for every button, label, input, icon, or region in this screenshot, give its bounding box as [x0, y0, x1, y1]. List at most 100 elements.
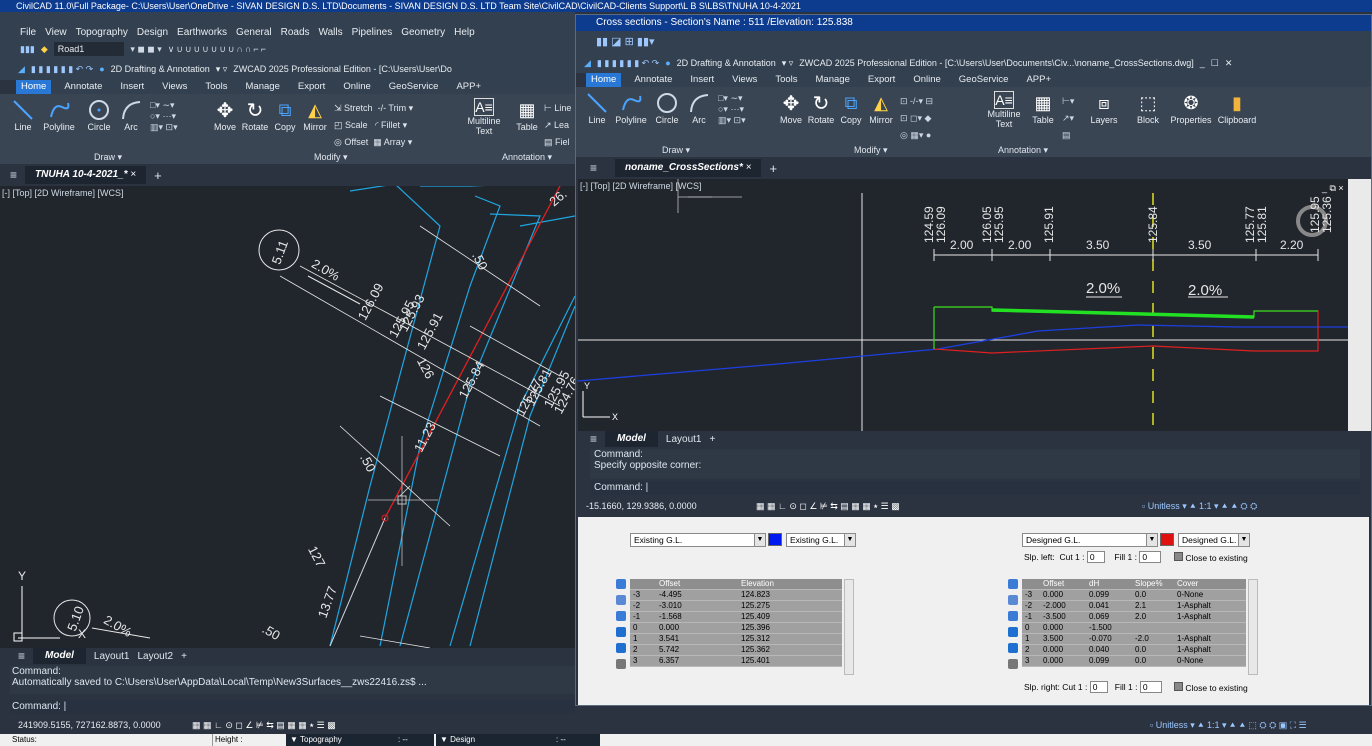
cell[interactable]: 0.000 [1040, 655, 1086, 667]
cross-move-tool[interactable]: ✥ Move [774, 91, 808, 126]
fill-left-input[interactable]: 0 [1139, 551, 1162, 563]
add-layout-button[interactable]: + [181, 651, 187, 662]
cross-tab-manage[interactable]: Manage [811, 73, 855, 87]
table-row[interactable]: 1 3.500 -0.070 -2.0 1-Asphalt [1022, 633, 1246, 645]
table-row[interactable]: 3 6.357 125.401 [630, 655, 842, 667]
cross-circle-tool[interactable]: Circle [650, 91, 684, 125]
layer-dropdown[interactable]: Road1 [53, 42, 125, 56]
cell[interactable]: 0.0 [1132, 589, 1174, 601]
polyline-tool[interactable]: Polyline [42, 98, 76, 132]
leader-button[interactable]: ↗ Lea [544, 120, 569, 130]
snap-icons[interactable]: ▾ ◼ ◼ ▾ [130, 44, 161, 55]
cell[interactable]: 125.362 [738, 644, 842, 656]
doc-tab-tnuha[interactable]: TNUHA 10-4-2021_* × [25, 166, 147, 184]
cross-mirror-tool[interactable]: ◭ Mirror [864, 91, 898, 126]
table-row[interactable]: 0 0.000 -1.500 [1022, 622, 1246, 634]
close-icon[interactable]: × [130, 169, 136, 180]
maximize-icon[interactable]: ☐ [1211, 58, 1219, 69]
clipboard-tool[interactable]: ▮ Clipboard [1216, 91, 1258, 126]
cross-command-input[interactable]: Command: | [590, 481, 1360, 495]
copy-tool[interactable]: ⧉ Copy [268, 98, 302, 133]
cell[interactable]: -2.000 [1040, 600, 1086, 612]
main-drawing-canvas[interactable]: [-] [Top] [2D Wireframe] [WCS] 5.11 2.0%… [0, 186, 575, 648]
copy-points-icon[interactable] [616, 627, 626, 637]
move-tool[interactable]: ✥ Move [208, 98, 242, 133]
cross-draw-small-icons[interactable]: □▾ ∼▾ ○▾ ⋯▾ ▥▾ ⊡▾ [718, 93, 746, 126]
cross-modify-small-icons[interactable]: ⊡ -/-▾ ⊟ ⊡ ◻▾ ◆ ◎ ▦▾ ● [900, 93, 933, 144]
annotation-panel-title[interactable]: Annotation ▾ [502, 152, 552, 163]
cross-hamburger-icon[interactable]: ≡ [576, 161, 597, 175]
grid-icon[interactable] [616, 595, 626, 605]
modify-panel-title[interactable]: Modify ▾ [314, 152, 348, 163]
linear-dim-button[interactable]: ⊢ Line [544, 103, 571, 113]
close-existing-left-checkbox[interactable] [1174, 552, 1183, 561]
table-row[interactable]: 0 0.000 125.396 [630, 622, 842, 634]
minimize-icon[interactable]: _ [1200, 58, 1205, 68]
close-existing-right[interactable]: Close to existing [1174, 682, 1248, 693]
menu-general[interactable]: General [236, 27, 272, 38]
cross-draw-panel-title[interactable]: Draw ▾ [662, 145, 690, 156]
cross-tab-geoservice[interactable]: GeoService [954, 73, 1014, 87]
cell[interactable]: 125.401 [738, 655, 842, 667]
properties-tool[interactable]: ❂ Properties [1168, 91, 1214, 126]
layer-icon[interactable]: ◆ [41, 44, 48, 55]
erase-icon[interactable] [616, 659, 626, 669]
menu-pipelines[interactable]: Pipelines [352, 27, 393, 38]
cross-quick-tools[interactable]: ▮ ▮ ▮ ▮ ▮ ▮ ↶ ↷ [597, 58, 659, 69]
cell[interactable]: 0.000 [1040, 622, 1086, 634]
layout-tab-model[interactable]: Model [33, 648, 86, 664]
erase-icon[interactable] [1008, 659, 1018, 669]
cut-right-input[interactable]: 0 [1089, 681, 1108, 693]
cell[interactable]: 0.0 [1132, 655, 1174, 667]
cell[interactable]: 0.0 [1132, 644, 1174, 656]
hamburger-icon[interactable]: ≡ [0, 168, 17, 182]
cell[interactable]: 0.000 [1040, 589, 1086, 601]
menu-file[interactable]: File [20, 27, 36, 38]
cell[interactable]: 0.000 [1040, 644, 1086, 656]
close-existing-right-checkbox[interactable] [1174, 682, 1183, 691]
menu-view[interactable]: View [45, 27, 67, 38]
cross-annotation-panel-title[interactable]: Annotation ▾ [998, 145, 1048, 156]
new-tab-button[interactable]: + [154, 168, 162, 183]
menu-geometry[interactable]: Geometry [401, 27, 445, 38]
tab-annotate[interactable]: Annotate [59, 80, 107, 94]
cell[interactable] [1132, 622, 1174, 634]
scale-button[interactable]: ◰ Scale [334, 120, 368, 130]
cell[interactable]: 2.0 [1132, 611, 1174, 623]
cross-layout-menu-icon[interactable]: ≡ [576, 432, 597, 446]
array-button[interactable]: ▦ Array ▾ [373, 137, 412, 147]
copy-points-icon[interactable] [1008, 627, 1018, 637]
tab-insert[interactable]: Insert [115, 80, 149, 94]
table-row[interactable]: -2 -3.010 125.275 [630, 600, 842, 612]
cell[interactable]: 3.541 [656, 633, 738, 645]
cross-polyline-tool[interactable]: Polyline [614, 91, 648, 125]
cross-tab-views[interactable]: Views [727, 73, 762, 87]
tab-tools[interactable]: Tools [200, 80, 232, 94]
cross-tab-app[interactable]: APP+ [1021, 73, 1056, 87]
cell[interactable]: -4.495 [656, 589, 738, 601]
workspace-arrow[interactable]: ▾ ▿ [216, 64, 228, 75]
designed-scrollbar[interactable] [1248, 579, 1258, 675]
cell[interactable]: 125.312 [738, 633, 842, 645]
cell[interactable]: 6.357 [656, 655, 738, 667]
cross-drafting-toggles[interactable]: ▦ ▦ ∟ ⊙ ◻ ∠ ⊭ ⇆ ▤ ▦ ▦ ⭑ ☰ ▩ [756, 497, 900, 515]
cell[interactable]: 0.099 [1086, 589, 1132, 601]
cross-tab-tools[interactable]: Tools [770, 73, 802, 87]
quick-tools-icons[interactable]: ▮ ▮ ▮ ▮ ▮ ▮ ↶ ↷ [31, 64, 93, 75]
cell[interactable]: -1.568 [656, 611, 738, 623]
table-row[interactable]: 2 5.742 125.362 [630, 644, 842, 656]
table-row[interactable]: 2 0.000 0.040 0.0 1-Asphalt [1022, 644, 1246, 656]
existing-dropdown-2[interactable]: Existing G.L. ▼ [786, 533, 856, 547]
cell[interactable]: 125.409 [738, 611, 842, 623]
multiline-text-tool[interactable]: A≡ Multiline Text [462, 98, 506, 136]
cell[interactable]: 1-Asphalt [1174, 644, 1246, 656]
line-tool[interactable]: Line [6, 98, 40, 132]
menu-topography[interactable]: Topography [76, 27, 128, 38]
tab-views[interactable]: Views [157, 80, 192, 94]
cross-help-icon[interactable]: ● [665, 58, 670, 68]
grid-icon[interactable] [1008, 595, 1018, 605]
cross-doc-close-icon[interactable]: × [746, 162, 752, 173]
cell[interactable]: 2.1 [1132, 600, 1174, 612]
block-tool[interactable]: ⬚ Block [1128, 91, 1168, 126]
cell[interactable]: -3.500 [1040, 611, 1086, 623]
